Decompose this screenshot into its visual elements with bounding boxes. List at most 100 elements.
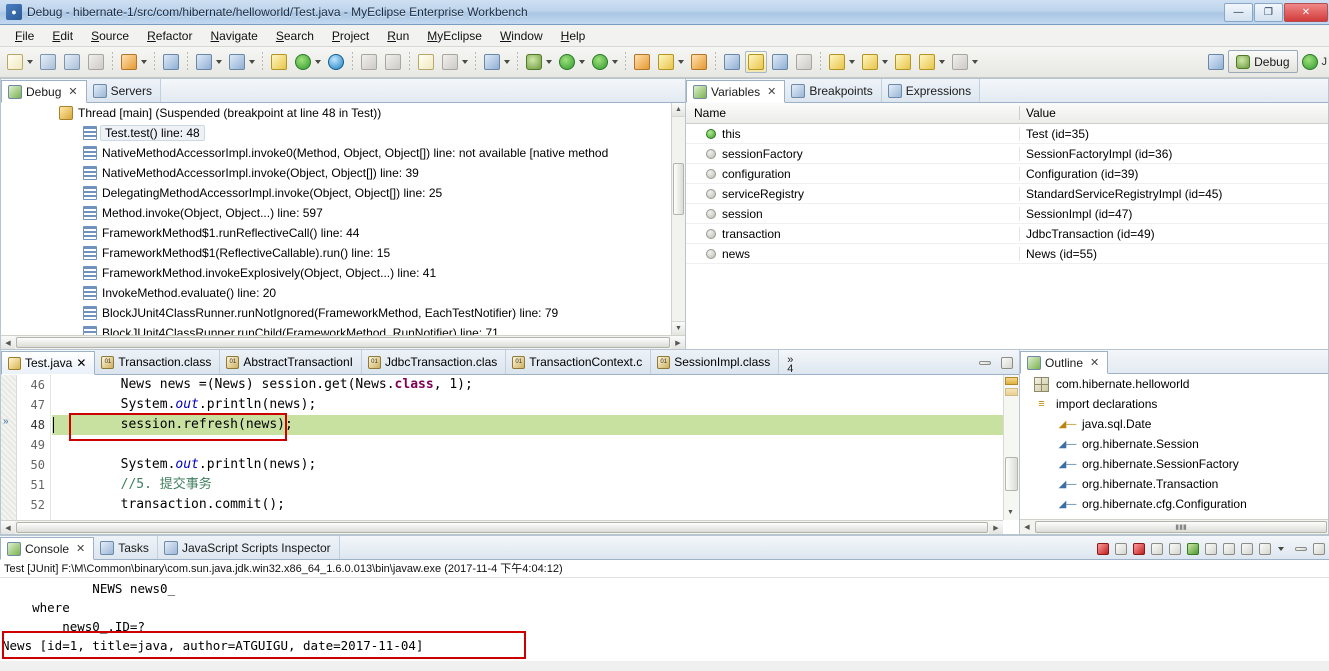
scroll-up-icon[interactable]: ▲ (672, 103, 685, 117)
open-task-icon[interactable] (688, 51, 710, 73)
editor-tab-sessionimpl-class[interactable]: 01 SessionImpl.class (651, 350, 780, 374)
perspective-debug-button[interactable]: Debug (1228, 50, 1298, 73)
scroll-down-icon[interactable]: ▼ (672, 321, 685, 335)
tab-expressions[interactable]: Expressions (881, 79, 981, 102)
servers-20-icon[interactable] (160, 51, 182, 73)
editor-maximize-icon[interactable] (998, 354, 1015, 371)
close-icon[interactable]: ✕ (1090, 356, 1099, 369)
scroll-thumb[interactable] (673, 163, 684, 215)
save-icon[interactable] (37, 51, 59, 73)
outline-item[interactable]: ◢— org.hibernate.SessionFactory (1020, 454, 1328, 474)
scroll-left-icon[interactable]: ◀ (1, 336, 15, 349)
editor-minimize-icon[interactable] (976, 354, 993, 371)
editor-code-line[interactable]: //5. 提交事务 (52, 475, 1003, 495)
chevron-down-icon[interactable] (141, 60, 147, 64)
tab-debug[interactable]: Debug ✕ (1, 80, 87, 103)
clear-console-icon[interactable] (1148, 540, 1165, 557)
outline-item[interactable]: ◢— org.hibernate.Session (1020, 434, 1328, 454)
menu-item-file[interactable]: File (6, 27, 43, 45)
outline-item[interactable]: ◢— java.sql.Date (1020, 414, 1328, 434)
scroll-left-icon[interactable]: ◀ (1, 521, 15, 534)
debug-thread-row[interactable]: Thread [main] (Suspended (breakpoint at … (1, 103, 671, 123)
editor-code-line[interactable]: News news =(News) session.get(News.class… (52, 375, 1003, 395)
variables-row[interactable]: configuration Configuration (id=39) (686, 164, 1328, 184)
hibernate-icon[interactable] (439, 51, 461, 73)
undeploy-icon[interactable] (226, 51, 248, 73)
restore-button[interactable]: ❐ (1254, 3, 1283, 22)
new-wizard-icon[interactable] (4, 51, 26, 73)
run-server-icon[interactable] (292, 51, 314, 73)
maximize-icon[interactable] (1310, 540, 1327, 557)
tab-javascript-scripts-inspector[interactable]: JavaScript Scripts Inspector (157, 536, 340, 559)
outline-item[interactable]: com.hibernate.helloworld (1020, 374, 1328, 394)
debug-stack-frame-row[interactable]: InvokeMethod.evaluate() line: 20 (1, 283, 671, 303)
menu-item-run[interactable]: Run (378, 27, 418, 45)
debug-horizontal-scrollbar[interactable]: ◀ ▶ (1, 335, 685, 349)
scroll-lock-icon[interactable] (1166, 540, 1183, 557)
debug-stack-frame-row[interactable]: FrameworkMethod$1(ReflectiveCallable).ru… (1, 243, 671, 263)
editor-tab-jdbctransaction-clas[interactable]: 01 JdbcTransaction.clas (361, 350, 507, 374)
toggle-mark-occurrences-icon[interactable] (745, 51, 767, 73)
outline-item[interactable]: ◢— org.hibernate.cfg.Configuration (1020, 494, 1328, 514)
forward-icon[interactable] (916, 51, 938, 73)
tab-tasks[interactable]: Tasks (94, 536, 158, 559)
outline-horizontal-scrollbar[interactable]: ◀ ▮▮▮ (1020, 519, 1328, 534)
debug-stack-frame-row[interactable]: Test.test() line: 48 (1, 123, 671, 143)
chevron-down-icon[interactable] (546, 60, 552, 64)
chevron-down-icon[interactable] (315, 60, 321, 64)
chevron-down-icon[interactable] (882, 60, 888, 64)
minimize-icon[interactable] (1292, 540, 1309, 557)
console-output[interactable]: NEWS news0_ where news0_.ID=? News [id=1,… (0, 579, 1329, 661)
menu-item-edit[interactable]: Edit (43, 27, 82, 45)
variables-row[interactable]: sessionFactory SessionFactoryImpl (id=36) (686, 144, 1328, 164)
snapshot-icon[interactable] (481, 51, 503, 73)
remove-all-terminated-icon[interactable] (1130, 540, 1147, 557)
db-explorer-icon[interactable] (268, 51, 290, 73)
new-java-class-icon[interactable] (655, 51, 677, 73)
open-console-icon[interactable] (1256, 540, 1273, 557)
close-icon[interactable]: ✕ (68, 85, 77, 98)
editor-more-tabs-button[interactable]: » 4 (779, 355, 801, 375)
chevron-down-icon[interactable] (579, 60, 585, 64)
save-all-icon[interactable] (61, 51, 83, 73)
scroll-left-icon[interactable]: ◀ (1020, 523, 1034, 531)
chevron-down-icon[interactable] (972, 60, 978, 64)
tab-outline[interactable]: Outline ✕ (1020, 351, 1109, 374)
editor-code-line[interactable] (52, 435, 1003, 455)
menu-item-project[interactable]: Project (323, 27, 378, 45)
outline-tree[interactable]: com.hibernate.helloworld ≡ import declarat… (1020, 374, 1328, 519)
debug-stack-frame-row[interactable]: BlockJUnit4ClassRunner.runNotIgnored(Fra… (1, 303, 671, 323)
run-coverage-icon[interactable] (589, 51, 611, 73)
deploy-icon[interactable] (193, 51, 215, 73)
scroll-right-icon[interactable]: ▶ (989, 521, 1003, 534)
menu-item-source[interactable]: Source (82, 27, 138, 45)
debug-stack-frame-row[interactable]: Method.invoke(Object, Object...) line: 5… (1, 203, 671, 223)
chevron-down-icon[interactable] (612, 60, 618, 64)
chevron-down-icon[interactable] (849, 60, 855, 64)
debug-stack-frame-row[interactable]: NativeMethodAccessorImpl.invoke0(Method,… (1, 143, 671, 163)
terminate-icon[interactable] (1094, 540, 1111, 557)
editor-tab-transactioncontext-c[interactable]: 01 TransactionContext.c (506, 350, 652, 374)
editor-code-line[interactable]: System.out.println(news); (52, 395, 1003, 415)
editor-code-line[interactable]: transaction.commit(); (52, 495, 1003, 515)
chevron-down-icon[interactable] (678, 60, 684, 64)
outline-item[interactable]: ≡ import declarations (1020, 394, 1328, 414)
menu-item-window[interactable]: Window (491, 27, 552, 45)
remove-launch-icon[interactable] (1112, 540, 1129, 557)
debug-icon[interactable] (523, 51, 545, 73)
back-icon[interactable] (892, 51, 914, 73)
debug-stack-frame-row[interactable]: FrameworkMethod$1.runReflectiveCall() li… (1, 223, 671, 243)
editor-tab-transaction-class[interactable]: 01 Transaction.class (95, 350, 221, 374)
scroll-right-icon[interactable]: ▶ (671, 336, 685, 349)
editor-code-line[interactable]: System.out.println(news); (52, 455, 1003, 475)
close-icon[interactable]: ✕ (76, 542, 85, 555)
editor-annotation-ruler[interactable]: » (1, 375, 17, 520)
editor-tab-abstracttransactioni[interactable]: 01 AbstractTransactionI (220, 350, 362, 374)
debug-stack-tree[interactable]: Thread [main] (Suspended (breakpoint at … (1, 103, 671, 335)
show-console-on-output-icon[interactable] (1184, 540, 1201, 557)
editor-overview-mark[interactable] (1005, 388, 1018, 396)
next-annotation-icon[interactable] (826, 51, 848, 73)
close-icon[interactable]: ✕ (76, 356, 86, 370)
menu-item-help[interactable]: Help (552, 27, 595, 45)
open-perspective-icon[interactable] (1205, 51, 1227, 73)
